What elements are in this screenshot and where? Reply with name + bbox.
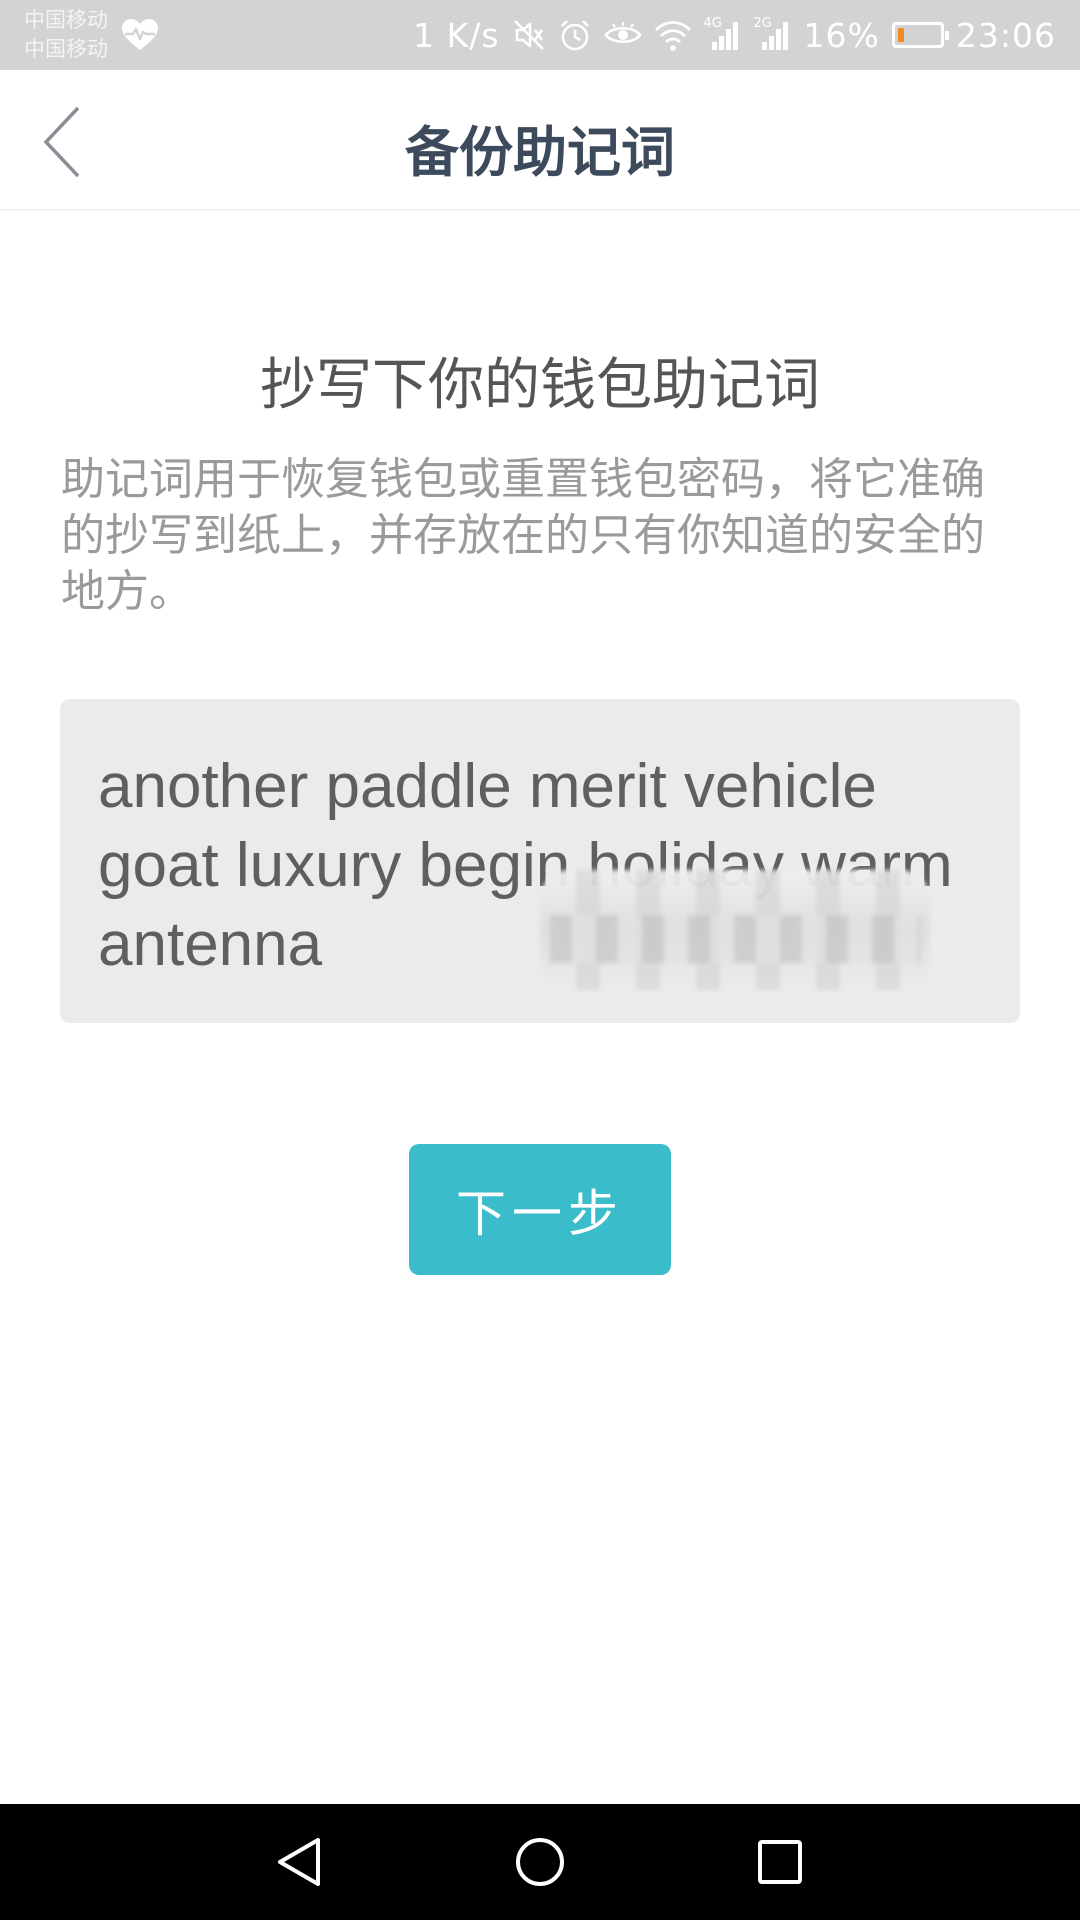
- alarm-icon: [560, 20, 589, 51]
- eye-icon: [603, 22, 642, 44]
- heart-rate-icon: [122, 19, 158, 50]
- battery-level: [897, 28, 904, 42]
- network-speed: 1 K/s: [413, 15, 500, 55]
- carrier-info: 中国移动 中国移动: [24, 6, 108, 64]
- next-step-button[interactable]: 下一步: [409, 1144, 671, 1275]
- status-icons: 1 K/s 4G 2G 16% 23:06: [413, 0, 1056, 70]
- nav-back-icon[interactable]: [270, 1832, 330, 1892]
- page-title: 备份助记词: [405, 121, 675, 184]
- mute-icon: [513, 20, 544, 50]
- battery-percent: 16%: [803, 15, 880, 55]
- nav-home-icon[interactable]: [510, 1832, 570, 1892]
- battery-icon: [891, 22, 949, 48]
- status-bar: 中国移动 中国移动 1 K/s 4G 2G 16% 23:06: [0, 0, 1080, 70]
- wifi-icon: [654, 21, 691, 51]
- signal-label-2: 2G: [753, 16, 772, 31]
- redacted-words: [540, 870, 930, 990]
- screen: 中国移动 中国移动 1 K/s 4G 2G 16% 23:06 备份助记词 抄写…: [0, 0, 1080, 1920]
- nav-recent-icon[interactable]: [750, 1832, 810, 1892]
- clock: 23:06: [955, 15, 1056, 55]
- carrier-2: 中国移动: [24, 37, 108, 61]
- signal-group-1: 4G: [703, 16, 742, 52]
- signal-label-1: 4G: [703, 16, 722, 31]
- section-heading: 抄写下你的钱包助记词: [260, 353, 820, 418]
- header: 备份助记词: [0, 70, 1080, 211]
- section-description: 助记词用于恢复钱包或重置钱包密码，将它准确的抄写到纸上，并存放在的只有你知道的安…: [61, 454, 985, 617]
- navigation-bar: [0, 1804, 1080, 1920]
- carrier-1: 中国移动: [24, 8, 108, 32]
- signal-group-2: 2G: [753, 16, 792, 52]
